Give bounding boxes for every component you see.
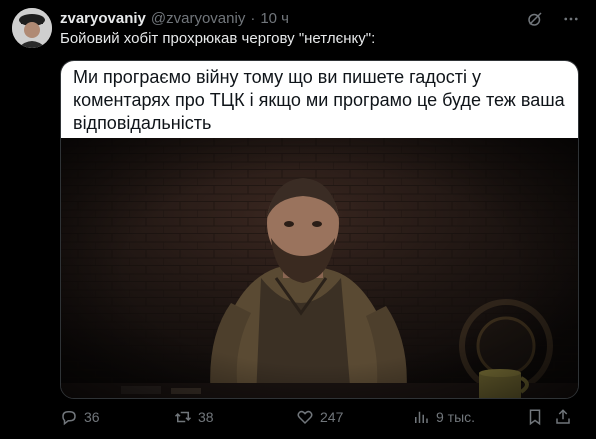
caption-line: Ми програємо війну тому що ви пишете гад… xyxy=(73,67,482,87)
tweet-actions: 36 38 247 9 тыс. xyxy=(60,405,580,429)
media-caption: Ми програємо війну тому що ви пишете гад… xyxy=(61,61,578,138)
timestamp[interactable]: 10 ч xyxy=(260,10,289,27)
tweet-text: Бойовий хобіт прохрюкав чергову "нетлєнк… xyxy=(60,30,376,47)
media-image[interactable]: Ми програємо війну тому що ви пишете гад… xyxy=(60,60,579,399)
caption-line: відповідальність xyxy=(73,113,212,133)
tweet-header: zvaryovaniy @zvaryovaniy · 10 ч xyxy=(60,8,289,28)
grok-icon[interactable] xyxy=(524,8,546,30)
views-button[interactable]: 9 тыс. xyxy=(412,405,475,429)
like-button[interactable]: 247 xyxy=(296,405,343,429)
author-name[interactable]: zvaryovaniy xyxy=(60,10,146,27)
reply-button[interactable]: 36 xyxy=(60,405,100,429)
bookmark-icon xyxy=(529,409,541,426)
repost-count: 38 xyxy=(198,409,214,425)
separator-dot: · xyxy=(250,9,256,27)
reply-icon xyxy=(62,411,76,426)
like-count: 247 xyxy=(320,409,344,425)
author-handle[interactable]: @zvaryovaniy xyxy=(151,10,245,27)
caption-line: коментарях про ТЦК і якщо ми програмо це… xyxy=(73,90,565,110)
tweet-top-actions xyxy=(524,8,582,30)
more-icon[interactable] xyxy=(560,8,582,30)
tweet[interactable]: zvaryovaniy @zvaryovaniy · 10 ч Бойовий … xyxy=(0,0,596,439)
avatar[interactable] xyxy=(12,8,52,48)
views-count: 9 тыс. xyxy=(436,409,476,425)
repost-icon xyxy=(174,411,192,423)
share-button[interactable] xyxy=(554,405,578,429)
like-icon xyxy=(297,410,313,425)
repost-button[interactable]: 38 xyxy=(174,405,214,429)
video-frame xyxy=(61,138,578,398)
share-icon xyxy=(556,409,570,424)
views-icon xyxy=(415,411,428,423)
bookmark-button[interactable] xyxy=(526,405,550,429)
reply-count: 36 xyxy=(84,409,100,425)
